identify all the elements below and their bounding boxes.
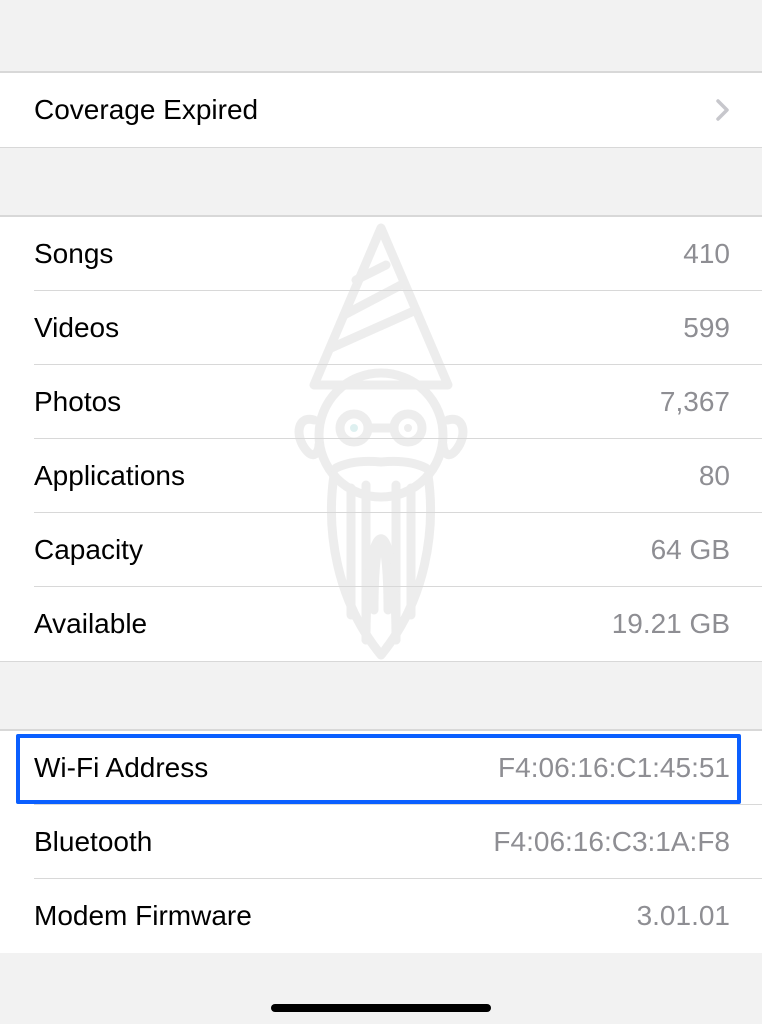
modem-firmware-row[interactable]: Modem Firmware 3.01.01 — [0, 879, 762, 953]
coverage-right — [708, 99, 730, 121]
section-gap-mid1 — [0, 148, 762, 216]
applications-row[interactable]: Applications 80 — [0, 439, 762, 513]
section-gap-top — [0, 0, 762, 72]
bluetooth-row[interactable]: Bluetooth F4:06:16:C3:1A:F8 — [0, 805, 762, 879]
coverage-section: Coverage Expired — [0, 72, 762, 148]
photos-row[interactable]: Photos 7,367 — [0, 365, 762, 439]
bluetooth-value: F4:06:16:C3:1A:F8 — [493, 826, 730, 858]
network-section: Wi-Fi Address F4:06:16:C1:45:51 Bluetoot… — [0, 730, 762, 953]
coverage-row[interactable]: Coverage Expired — [0, 73, 762, 148]
capacity-row[interactable]: Capacity 64 GB — [0, 513, 762, 587]
available-row[interactable]: Available 19.21 GB — [0, 587, 762, 662]
wifi-label: Wi-Fi Address — [34, 752, 208, 784]
songs-value: 410 — [683, 238, 730, 270]
capacity-value: 64 GB — [651, 534, 730, 566]
applications-value: 80 — [699, 460, 730, 492]
videos-value: 599 — [683, 312, 730, 344]
wifi-value: F4:06:16:C1:45:51 — [498, 752, 730, 784]
bluetooth-label: Bluetooth — [34, 826, 152, 858]
photos-label: Photos — [34, 386, 121, 418]
modem-value: 3.01.01 — [637, 900, 730, 932]
chevron-right-icon — [716, 99, 730, 121]
applications-label: Applications — [34, 460, 185, 492]
modem-label: Modem Firmware — [34, 900, 252, 932]
media-section: Songs 410 Videos 599 Photos 7,367 Applic… — [0, 216, 762, 662]
available-value: 19.21 GB — [612, 608, 730, 640]
capacity-label: Capacity — [34, 534, 143, 566]
videos-label: Videos — [34, 312, 119, 344]
songs-row[interactable]: Songs 410 — [0, 217, 762, 291]
section-gap-mid2 — [0, 662, 762, 730]
wifi-address-row[interactable]: Wi-Fi Address F4:06:16:C1:45:51 — [0, 731, 762, 805]
photos-value: 7,367 — [660, 386, 730, 418]
coverage-label: Coverage Expired — [34, 94, 258, 126]
home-indicator[interactable] — [271, 1004, 491, 1012]
available-label: Available — [34, 608, 147, 640]
videos-row[interactable]: Videos 599 — [0, 291, 762, 365]
songs-label: Songs — [34, 238, 113, 270]
